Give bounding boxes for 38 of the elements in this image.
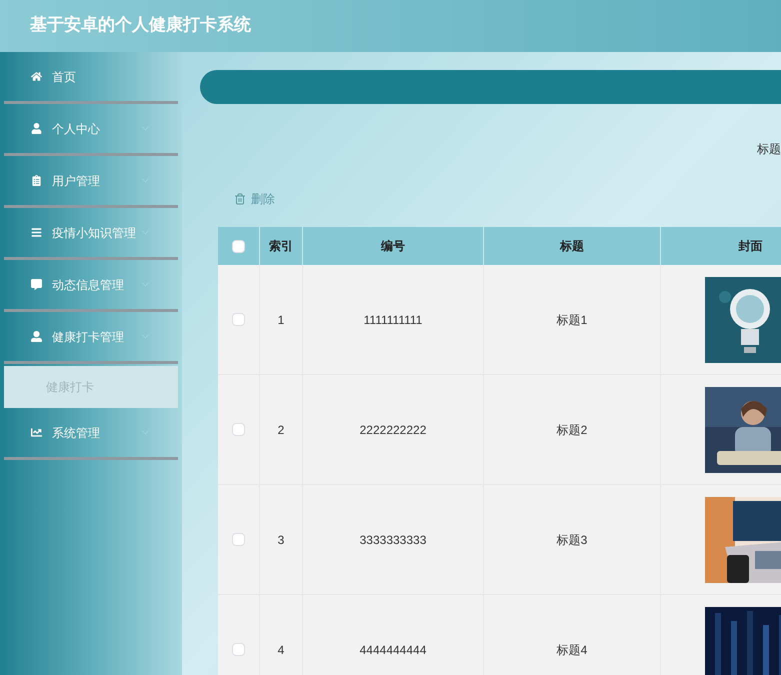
table-cell-text: 标题4 <box>556 642 588 658</box>
delete-button[interactable]: 删除 <box>234 190 275 208</box>
table-cell-text: 标题2 <box>556 422 588 438</box>
checkbox[interactable] <box>232 643 245 656</box>
table-cell-text: 3333333333 <box>360 532 426 548</box>
sidebar-item[interactable]: 疫情小知识管理 <box>4 208 178 260</box>
table-cell-text: 2 <box>278 422 284 438</box>
trash-icon <box>234 193 246 205</box>
table-cell-text: 标题3 <box>556 532 588 548</box>
chart-icon <box>31 427 42 438</box>
sidebar-item[interactable]: 动态信息管理 <box>4 260 178 312</box>
table-cell-text: 2222222222 <box>360 422 426 438</box>
column-header: 编号 <box>381 238 405 255</box>
table-cell-text: 1111111111 <box>364 312 422 328</box>
table-cell-text: 1 <box>278 312 284 328</box>
user-icon <box>31 123 42 134</box>
app-title: 基于安卓的个人健康打卡系统 <box>30 14 251 38</box>
list-icon <box>31 227 42 238</box>
home-icon <box>31 71 42 82</box>
column-header: 索引 <box>269 238 293 255</box>
sidebar-item[interactable]: 系统管理 <box>4 408 178 460</box>
chat-icon <box>31 279 42 290</box>
sidebar-item[interactable]: 首页 <box>4 52 178 104</box>
checkbox[interactable] <box>232 240 245 252</box>
column-header: 封面 <box>738 238 762 255</box>
table-cell-text: 3 <box>278 532 284 548</box>
sidebar-item[interactable]: 用户管理 <box>4 156 178 208</box>
checkbox[interactable] <box>232 423 245 436</box>
search-label: 标题 <box>757 141 781 158</box>
table-cell-text: 4444444444 <box>360 642 426 658</box>
checkbox[interactable] <box>232 533 245 546</box>
user-icon <box>31 331 42 342</box>
clipboard-icon <box>31 175 42 186</box>
table-cell-text: 4 <box>278 642 284 658</box>
checkbox[interactable] <box>232 313 245 326</box>
table-cell-text: 标题1 <box>556 312 588 328</box>
sidebar-item[interactable]: 个人中心 <box>4 104 178 156</box>
column-header: 标题 <box>560 238 584 255</box>
